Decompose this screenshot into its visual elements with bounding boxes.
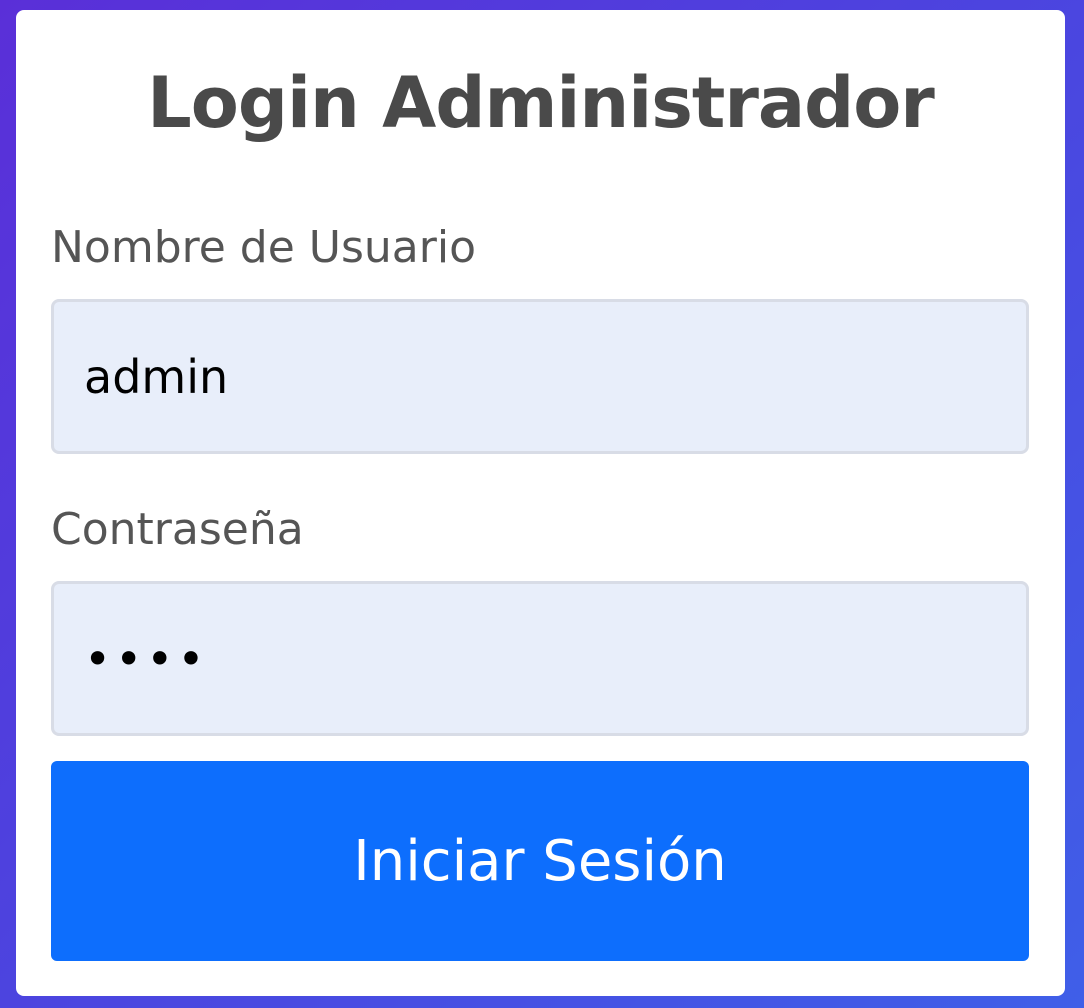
password-input[interactable]	[51, 581, 1029, 736]
username-label: Nombre de Usuario	[51, 222, 477, 273]
login-card: Login Administrador Nombre de Usuario Co…	[16, 10, 1065, 996]
password-label: Contraseña	[51, 504, 304, 555]
username-input[interactable]	[51, 299, 1029, 454]
page-title: Login Administrador	[147, 62, 935, 144]
login-button[interactable]: Iniciar Sesión	[51, 761, 1029, 961]
